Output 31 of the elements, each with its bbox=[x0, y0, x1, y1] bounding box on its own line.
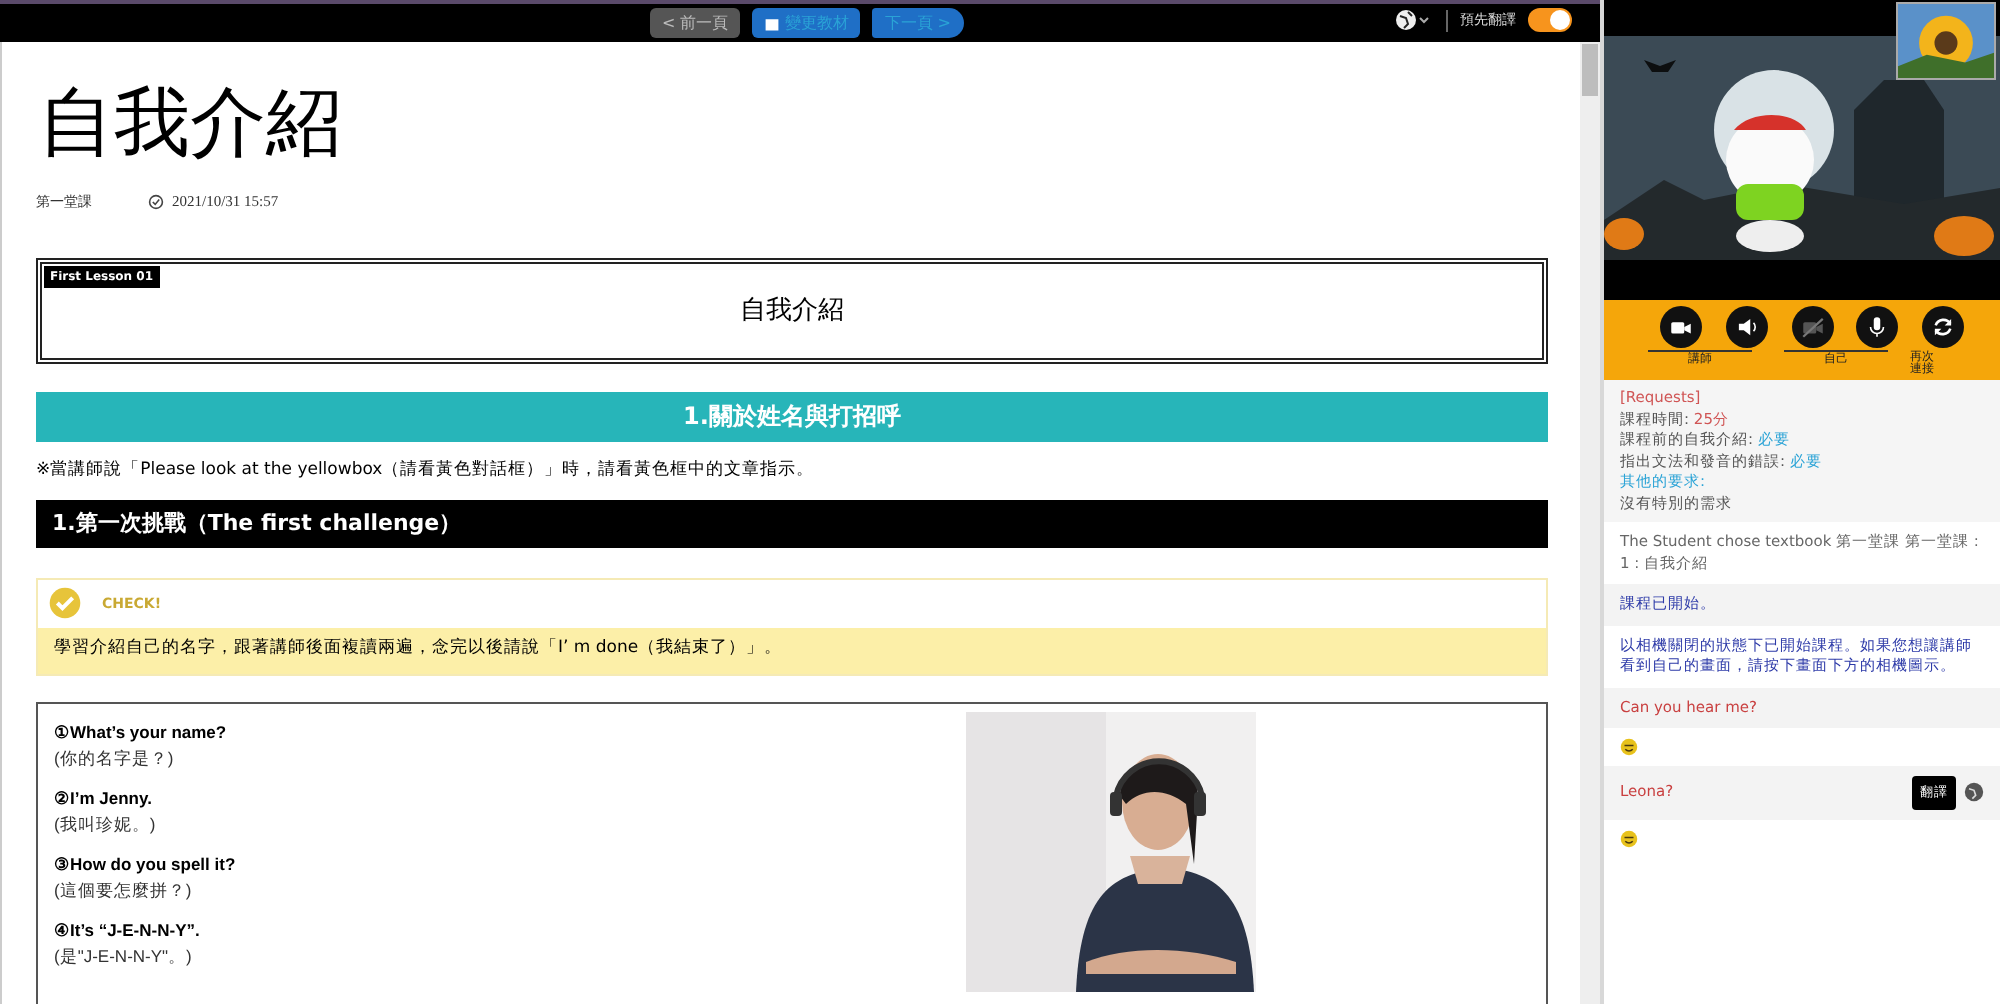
refresh-button[interactable] bbox=[1922, 306, 1964, 348]
chinese-translation: (是"J-E-N-N-Y"。) bbox=[54, 945, 194, 970]
checkmark-icon bbox=[48, 586, 82, 621]
check-circle-icon bbox=[148, 193, 164, 210]
camera-off-button[interactable] bbox=[1791, 306, 1833, 348]
english-line: ④It’s “J-E-N-N-Y”. bbox=[54, 919, 202, 944]
language-globe-icon[interactable] bbox=[1394, 8, 1434, 32]
translate-toggle[interactable] bbox=[1528, 8, 1572, 32]
speaker-icon bbox=[1733, 314, 1760, 340]
section-heading: 1.關於姓名與打招呼 bbox=[36, 391, 1548, 442]
refresh-icon bbox=[1930, 314, 1956, 340]
instruction-note: ※當講師說「Please look at the yellowbox（請看黃色對話框）」時，請看黃色框中的文章指示。 bbox=[36, 457, 817, 484]
chinese-translation: (我叫珍妮。) bbox=[54, 813, 158, 838]
chinese-translation: (這個要怎麼拼？) bbox=[54, 879, 194, 904]
challenge-heading: 1.第一次挑戰（The first challenge） bbox=[36, 499, 1548, 548]
mic-button[interactable] bbox=[1856, 306, 1899, 348]
camera-button[interactable] bbox=[1660, 306, 1702, 348]
book-icon bbox=[764, 15, 781, 31]
chinese-translation: (你的名字是？) bbox=[54, 747, 176, 772]
english-line: ③How do you spell it? bbox=[54, 853, 238, 878]
check-text: 學習介紹自己的名字，跟著講師後面複讀兩遍，念完以後請說「I’ m done（我結束了）」。 bbox=[38, 627, 1546, 674]
scrollbar[interactable] bbox=[1580, 42, 1600, 1004]
banner-title: 自我介紹 bbox=[740, 294, 844, 329]
speaker-button[interactable] bbox=[1725, 306, 1768, 348]
smiley-icon bbox=[1620, 829, 1638, 847]
english-line: ②I’m Jenny. bbox=[54, 787, 154, 812]
smiley-icon bbox=[1620, 738, 1638, 756]
camera-off-icon bbox=[1799, 314, 1825, 340]
lesson-title: 自我介紹 bbox=[38, 78, 344, 170]
globe-icon[interactable] bbox=[1964, 782, 1984, 803]
english-line: ①What’s your name? bbox=[54, 721, 229, 746]
